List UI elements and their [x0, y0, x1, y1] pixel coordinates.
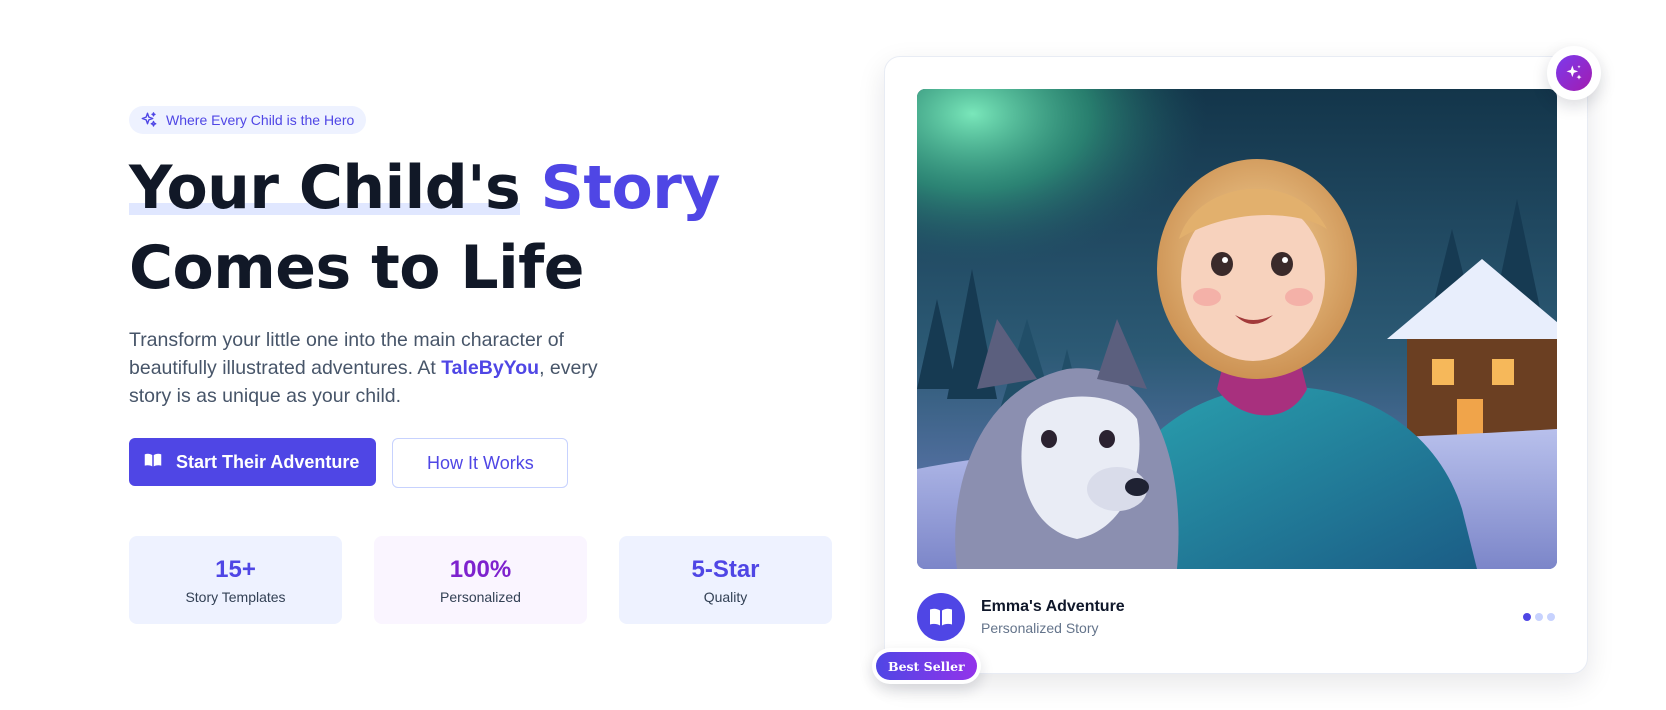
- brand-name: TaleByYou: [441, 357, 540, 379]
- story-card-text: Emma's Adventure Personalized Story: [981, 598, 1125, 636]
- open-book-icon: [917, 593, 965, 641]
- hero-description: Transform your little one into the main …: [129, 326, 599, 410]
- tagline-text: Where Every Child is the Hero: [166, 112, 355, 128]
- stats-row: 15+ Story Templates 100% Personalized 5-…: [129, 536, 849, 624]
- best-seller-label: Best Seller: [876, 652, 977, 680]
- stat-label: Story Templates: [185, 589, 286, 605]
- cta-row: Start Their Adventure How It Works: [129, 438, 849, 488]
- stat-label: Quality: [703, 589, 748, 605]
- hero-section: Where Every Child is the Hero Your Child…: [129, 106, 849, 624]
- headline-highlight: Your Child's: [129, 153, 521, 223]
- start-adventure-label: Start Their Adventure: [176, 451, 360, 472]
- stat-value: 5-Star: [691, 556, 760, 583]
- stat-value: 15+: [215, 556, 256, 583]
- stat-card-quality: 5-Star Quality: [619, 536, 832, 624]
- tagline-badge: Where Every Child is the Hero: [129, 106, 367, 134]
- headline-line-2: Comes to Life: [129, 233, 584, 303]
- story-illustration: [917, 89, 1557, 569]
- sparkles-icon: [140, 111, 158, 129]
- start-adventure-button[interactable]: Start Their Adventure: [129, 438, 377, 486]
- headline-accent: Story: [540, 153, 721, 223]
- story-title: Emma's Adventure: [981, 598, 1125, 615]
- story-card-footer: Emma's Adventure Personalized Story: [917, 593, 1555, 641]
- carousel-dots: [1523, 613, 1555, 621]
- carousel-dot[interactable]: [1535, 613, 1543, 621]
- carousel-dot[interactable]: [1523, 613, 1531, 621]
- carousel-dot[interactable]: [1547, 613, 1555, 621]
- sparkles-icon: [1556, 55, 1592, 91]
- stat-card-personalized: 100% Personalized: [374, 536, 587, 624]
- magic-sparkle-button[interactable]: [1547, 46, 1601, 100]
- page-title: Your Child's Story Comes to Life: [129, 148, 849, 308]
- stat-card-templates: 15+ Story Templates: [129, 536, 342, 624]
- headline-line-1: Your Child's Story: [129, 148, 849, 228]
- how-it-works-button[interactable]: How It Works: [392, 438, 569, 488]
- stat-label: Personalized: [440, 589, 521, 605]
- story-subtitle: Personalized Story: [981, 620, 1099, 636]
- best-seller-badge: Best Seller: [872, 648, 981, 684]
- stat-value: 100%: [449, 556, 512, 583]
- open-book-icon: [144, 452, 162, 473]
- story-preview-card: Emma's Adventure Personalized Story: [884, 56, 1588, 674]
